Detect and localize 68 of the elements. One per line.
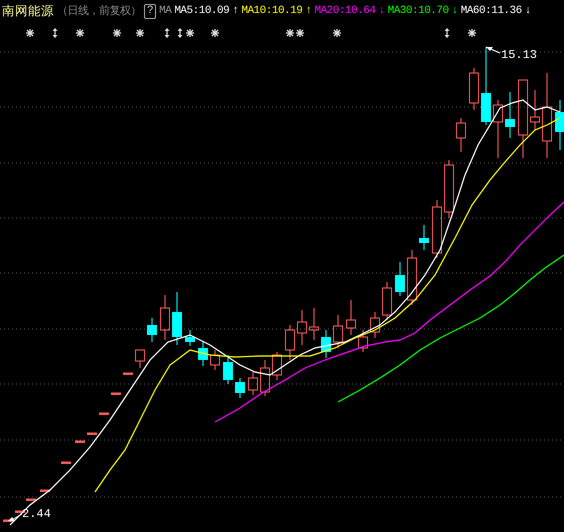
trend-arrow: ↑ <box>232 4 238 19</box>
candlestick <box>456 118 466 152</box>
trend-arrow: ↓ <box>524 4 531 19</box>
moving-average-value: MA30:10.70 <box>388 4 449 19</box>
candlestick <box>248 372 258 396</box>
candlestick <box>285 324 295 360</box>
candlestick <box>346 300 356 336</box>
stock-name: 南网能源 <box>1 2 54 20</box>
candlestick <box>530 90 540 130</box>
candlestick <box>198 342 208 366</box>
candlestick <box>419 224 429 250</box>
trend-arrow: ↓ <box>452 4 458 19</box>
candlestick <box>111 392 121 395</box>
star-icon <box>211 29 219 37</box>
up-down-arrow-icon <box>52 28 58 38</box>
candlestick <box>555 100 564 150</box>
candlestick <box>407 250 417 306</box>
candlestick <box>321 330 331 358</box>
candlestick <box>297 310 307 346</box>
candlestick <box>370 312 380 338</box>
candlestick <box>172 292 182 346</box>
star-icon <box>468 29 476 37</box>
star-icon <box>26 29 34 37</box>
candlestick <box>223 354 233 384</box>
up-down-arrow-icon <box>164 28 170 38</box>
candlestick <box>99 412 109 415</box>
candlestick <box>444 160 454 218</box>
candlestick <box>505 92 515 138</box>
candlestick <box>333 314 343 348</box>
star-icon <box>136 29 144 37</box>
star-icon <box>113 29 121 37</box>
candlestick <box>309 308 319 340</box>
candlestick <box>432 200 442 258</box>
candlestick <box>272 352 282 380</box>
star-icon <box>296 29 304 37</box>
leader-line <box>486 46 500 54</box>
star-icon <box>76 29 84 37</box>
up-down-arrow-icon <box>444 28 450 38</box>
moving-average-value: MA20:10.64 <box>314 4 376 19</box>
moving-average-value: MA10:10.19 <box>241 4 302 19</box>
moving-average-value: MA60:11.36 <box>460 4 522 19</box>
candlestick <box>493 100 503 158</box>
candlestick <box>61 462 71 464</box>
candlestick <box>135 350 145 368</box>
candlestick <box>123 372 133 375</box>
moving-average-value: MA5:10.09 <box>174 4 230 19</box>
candlestick <box>260 360 270 396</box>
candlestick <box>469 68 479 110</box>
price-label: 2.44 <box>22 507 51 521</box>
candlestick <box>382 282 392 320</box>
candlestick <box>160 294 170 340</box>
candlestick <box>395 262 405 296</box>
indicator-label: MA <box>159 4 172 19</box>
star-icon <box>333 29 341 37</box>
period-label: （日线，前复权） <box>57 2 141 19</box>
candlestick <box>210 350 220 370</box>
candlestick <box>185 330 195 346</box>
star-icon <box>186 29 194 37</box>
star-icon <box>286 29 294 37</box>
leader-line <box>8 514 22 522</box>
price-label: 15.13 <box>501 48 538 62</box>
trend-arrow: ↑ <box>305 4 312 19</box>
candlestick <box>358 330 368 352</box>
help-button[interactable]: ? <box>144 4 156 18</box>
up-down-arrow-icon <box>178 28 182 38</box>
candlestick <box>235 378 245 398</box>
candlestick <box>147 318 157 342</box>
trend-arrow: ↓ <box>378 4 385 19</box>
